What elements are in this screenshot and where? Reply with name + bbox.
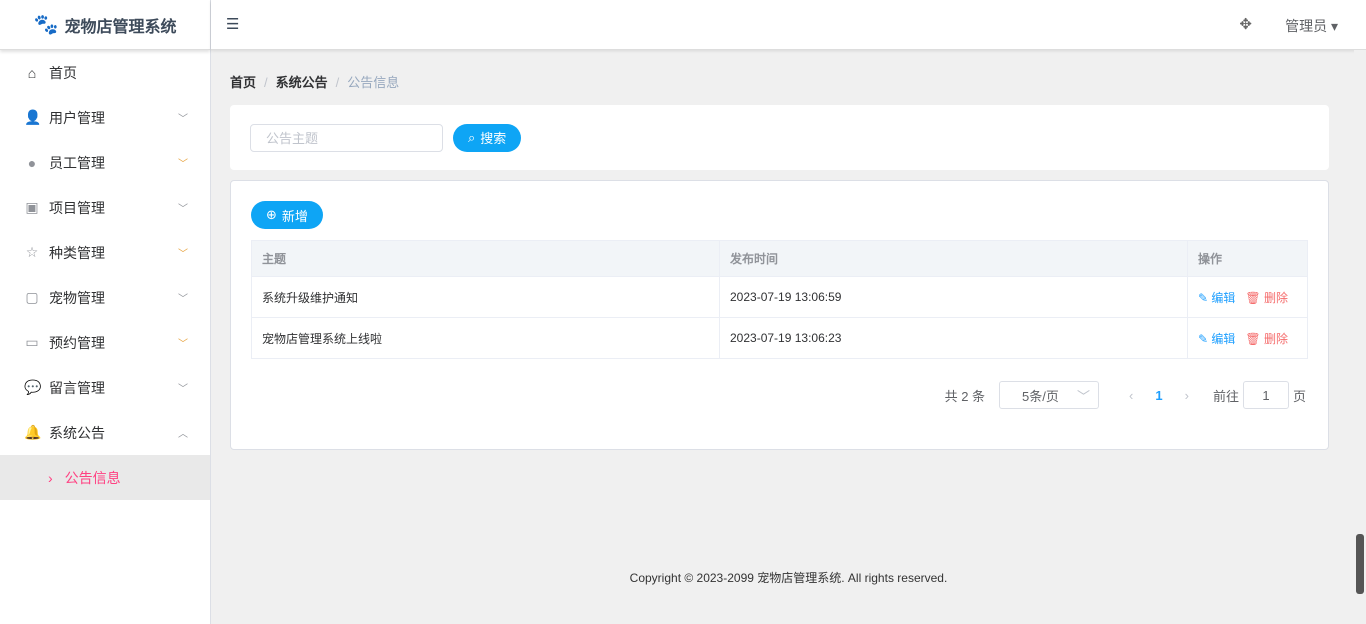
menu-label: 系统公告 [49, 424, 105, 441]
announcement-list-panel: ⊕ 新增 主题 发布时间 操作 系统升级维护通知 2023-07-19 13:06:59… [230, 180, 1329, 450]
appointment-icon: ▭ [25, 334, 39, 350]
goto-label: 前往 [1212, 388, 1239, 404]
cell-time: 2023-07-19 13:06:23 [719, 317, 1188, 359]
sidebar: 🐾 宠物店管理系统 ⌂ 首页 👤 用户管理 ﹀ ● 员工管理 ﹀ ▣ 项目管理 ﹀ ☆ 种类管理 ﹀… [0, 0, 211, 624]
menu-label: 留言管理 [49, 379, 105, 396]
edit-label: 编辑 [1211, 290, 1236, 305]
breadcrumb-current: 公告信息 [347, 75, 400, 90]
announcement-table: 主题 发布时间 操作 系统升级维护通知 2023-07-19 13:06:59 ✎ 编辑… [251, 240, 1308, 359]
cell-title: 宠物店管理系统上线啦 [251, 317, 720, 359]
project-icon: ▣ [25, 199, 39, 215]
column-header: 操作 [1187, 240, 1308, 277]
cell-time: 2023-07-19 13:06:59 [719, 276, 1188, 318]
edit-button[interactable]: ✎ 编辑 [1198, 291, 1235, 305]
sidebar-item-messages[interactable]: 💬 留言管理 ﹀ [0, 365, 210, 410]
edit-button[interactable]: ✎ 编辑 [1198, 332, 1235, 346]
footer-copyright: Copyright © 2023-2099 宠物店管理系统. All right… [629, 571, 948, 585]
title-search-input[interactable]: 公告主题 [250, 123, 443, 152]
breadcrumb-announcements[interactable]: 系统公告 [276, 75, 328, 90]
main-content: 首页 / 系统公告 / 公告信息 公告主题 ⌕ 搜索 ⊕ 新增 主题 发布时间 操作 系统升级维… [230, 50, 1329, 450]
breadcrumb: 首页 / 系统公告 / 公告信息 [230, 75, 400, 90]
breadcrumb-home[interactable]: 首页 [230, 75, 256, 90]
menu-label: 首页 [49, 64, 77, 81]
pet-icon: ▢ [25, 289, 39, 305]
add-button[interactable]: ⊕ 新增 [251, 201, 323, 229]
menu-label: 宠物管理 [49, 289, 105, 306]
table-row: 宠物店管理系统上线啦 2023-07-19 13:06:23 ✎ 编辑 🗑 删除 [251, 317, 1308, 359]
cell-title: 系统升级维护通知 [251, 276, 720, 318]
staff-icon: ● [27, 154, 37, 171]
chevron-down-icon: ﹀ [1077, 388, 1091, 404]
menu-label: 预约管理 [49, 334, 105, 351]
user-icon: 👤 [24, 109, 42, 125]
header: ☰ ✥ 管理员 ▾ [211, 0, 1366, 50]
chevron-down-icon: ﹀ [178, 204, 188, 215]
sidebar-item-projects[interactable]: ▣ 项目管理 ﹀ [0, 185, 210, 230]
total-count: 共 2 条 [944, 388, 986, 404]
delete-label: 删除 [1263, 290, 1288, 305]
logo: 🐾 宠物店管理系统 [0, 0, 210, 50]
chevron-down-icon: ﹀ [178, 159, 188, 170]
menu-label: 项目管理 [49, 199, 105, 216]
column-header: 发布时间 [719, 240, 1188, 277]
menu-toggle-icon[interactable]: ☰ [226, 15, 239, 33]
delete-button[interactable]: 🗑 删除 [1245, 332, 1288, 346]
sidebar-item-users[interactable]: 👤 用户管理 ﹀ [0, 95, 210, 140]
chevron-down-icon: ﹀ [178, 114, 188, 125]
caret-down-icon: ▾ [1330, 18, 1338, 34]
chevron-down-icon: ﹀ [178, 339, 188, 350]
star-icon: ☆ [25, 244, 39, 260]
paw-icon: 🐾 [33, 14, 59, 36]
page-number[interactable]: 1 [1155, 388, 1162, 403]
user-name: 管理员 [1285, 18, 1328, 34]
fullscreen-icon[interactable]: ✥ [1239, 15, 1252, 33]
page-size-select[interactable]: 5条/页 ﹀ [999, 381, 1100, 409]
menu-label: 种类管理 [49, 244, 105, 261]
user-dropdown[interactable]: 管理员 ▾ [1285, 16, 1338, 36]
column-header: 主题 [251, 240, 720, 277]
chevron-down-icon: ﹀ [178, 249, 188, 260]
table-row: 系统升级维护通知 2023-07-19 13:06:59 ✎ 编辑 🗑 删除 [251, 276, 1308, 318]
chevron-right-icon: › [48, 469, 53, 486]
prev-page-button[interactable]: ‹ [1129, 388, 1133, 403]
sidebar-subitem-announcement-info[interactable]: › 公告信息 [0, 455, 210, 500]
edit-label: 编辑 [1211, 331, 1236, 346]
search-panel: 公告主题 ⌕ 搜索 [230, 105, 1329, 170]
search-label: 搜索 [480, 131, 507, 146]
sidebar-item-pets[interactable]: ▢ 宠物管理 ﹀ [0, 275, 210, 320]
menu-label: 公告信息 [64, 469, 121, 486]
chevron-up-icon: ︿ [178, 429, 188, 440]
menu-label: 员工管理 [49, 154, 105, 171]
home-icon: ⌂ [27, 64, 37, 81]
next-page-button[interactable]: › [1185, 388, 1189, 403]
sidebar-item-appointments[interactable]: ▭ 预约管理 ﹀ [0, 320, 210, 365]
page-suffix: 页 [1292, 388, 1306, 404]
pagination: 共 2 条 5条/页 ﹀ ‹ 1 › 前往 1 页 [251, 381, 1308, 409]
message-icon: 💬 [24, 379, 42, 395]
scrollbar-thumb[interactable] [1356, 534, 1364, 594]
chevron-down-icon: ﹀ [178, 384, 188, 395]
scrollbar[interactable] [1354, 50, 1366, 624]
menu-label: 用户管理 [49, 109, 105, 126]
search-icon: ⌕ [468, 129, 476, 145]
bell-icon: 🔔 [24, 424, 42, 440]
plus-circle-icon: ⊕ [266, 207, 277, 222]
sidebar-item-staff[interactable]: ● 员工管理 ﹀ [0, 140, 210, 185]
search-button[interactable]: ⌕ 搜索 [453, 123, 522, 152]
page-jump-input[interactable]: 1 [1242, 381, 1289, 409]
sidebar-item-categories[interactable]: ☆ 种类管理 ﹀ [0, 230, 210, 275]
sidebar-item-announcements[interactable]: 🔔 系统公告 ︿ [0, 410, 210, 455]
sidebar-item-home[interactable]: ⌂ 首页 [0, 50, 210, 95]
delete-label: 删除 [1263, 331, 1288, 346]
delete-button[interactable]: 🗑 删除 [1245, 291, 1288, 305]
page-size-value: 5条/页 [1022, 388, 1059, 404]
chevron-down-icon: ﹀ [178, 294, 188, 305]
app-title: 宠物店管理系统 [64, 18, 177, 36]
add-label: 新增 [281, 208, 308, 224]
